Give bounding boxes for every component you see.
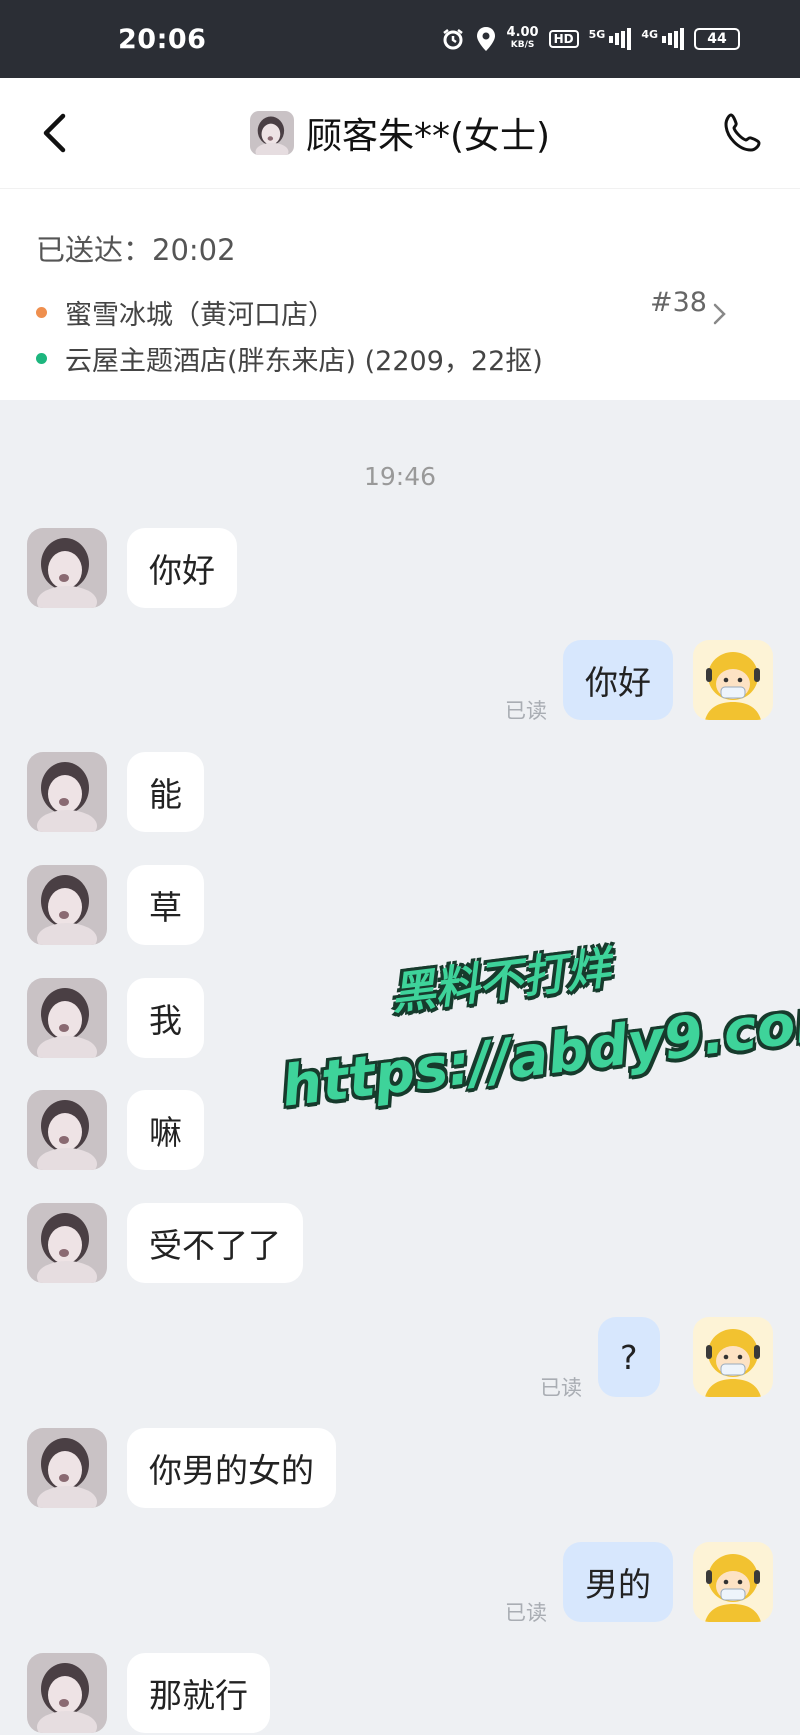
message-bubble-incoming[interactable]: 你男的女的: [127, 1428, 336, 1508]
message-bubble-outgoing[interactable]: ?: [598, 1317, 660, 1397]
customer-avatar-small: [249, 111, 294, 155]
order-summary-card[interactable]: 已送达：20:02 蜜雪冰城（黄河口店） 云屋主题酒店(胖东来店) (2209，…: [0, 188, 800, 400]
customer-avatar[interactable]: [27, 1653, 107, 1733]
chat-timestamp: 19:46: [363, 462, 437, 491]
title-group: 顾客朱**(女士): [249, 107, 551, 159]
speed-value: 4.00: [506, 25, 539, 40]
message-bubble-incoming[interactable]: 你好: [127, 528, 237, 608]
status-time: 20:06: [118, 23, 207, 55]
signal-icon: [609, 28, 632, 50]
location-icon: [475, 26, 497, 52]
customer-avatar[interactable]: [27, 1428, 107, 1508]
order-number: #38: [650, 287, 707, 318]
rider-avatar[interactable]: [693, 640, 773, 720]
status-icons: 4.00 KB/S HD 5G 4G 44: [441, 26, 740, 52]
hd-badge: HD: [548, 30, 579, 48]
phone-icon: [724, 113, 761, 152]
alarm-icon: [441, 27, 465, 51]
customer-avatar[interactable]: [27, 978, 107, 1058]
delivery-status: 已送达：20:02: [36, 233, 236, 267]
status-bar: 20:06 4.00 KB/S HD 5G 4G 44: [0, 0, 800, 78]
customer-avatar[interactable]: [27, 528, 107, 608]
customer-avatar[interactable]: [27, 865, 107, 945]
customer-avatar[interactable]: [27, 1203, 107, 1283]
network-4g-label: 4G: [641, 28, 658, 41]
network-5g-label: 5G: [588, 28, 606, 41]
message-bubble-incoming[interactable]: 嘛: [127, 1090, 204, 1170]
customer-avatar[interactable]: [27, 1090, 107, 1170]
store-name: 蜜雪冰城（黄河口店）: [65, 299, 335, 331]
message-bubble-incoming[interactable]: 我: [127, 978, 204, 1058]
destination-row: 云屋主题酒店(胖东来店) (2209，22抠): [36, 335, 800, 381]
chevron-left-icon: [43, 113, 66, 153]
message-bubble-incoming[interactable]: 受不了了: [127, 1203, 303, 1283]
chevron-right-icon[interactable]: [708, 299, 732, 329]
call-button[interactable]: [720, 110, 766, 156]
rider-avatar[interactable]: [693, 1542, 773, 1622]
read-receipt: 已读: [540, 1376, 582, 1400]
customer-avatar[interactable]: [27, 752, 107, 832]
back-button[interactable]: [32, 108, 82, 158]
message-bubble-incoming[interactable]: 那就行: [127, 1653, 270, 1733]
rider-avatar[interactable]: [693, 1317, 773, 1397]
speed-unit: KB/S: [510, 40, 535, 50]
chat-header: 顾客朱**(女士): [0, 78, 800, 188]
destination-dot-icon: [36, 352, 47, 364]
store-dot-icon: [36, 306, 47, 318]
signal-icon-2: [662, 28, 684, 50]
message-bubble-incoming[interactable]: 草: [127, 865, 204, 945]
read-receipt: 已读: [505, 699, 547, 723]
page-title: 顾客朱**(女士): [305, 116, 551, 157]
message-bubble-incoming[interactable]: 能: [127, 752, 204, 832]
destination-address: 云屋主题酒店(胖东来店) (2209，22抠): [65, 345, 543, 377]
battery-icon: 44: [694, 28, 740, 50]
read-receipt: 已读: [505, 1601, 547, 1625]
message-bubble-outgoing[interactable]: 男的: [563, 1542, 673, 1622]
network-speed: 4.00 KB/S: [506, 25, 539, 51]
message-bubble-outgoing[interactable]: 你好: [563, 640, 673, 720]
